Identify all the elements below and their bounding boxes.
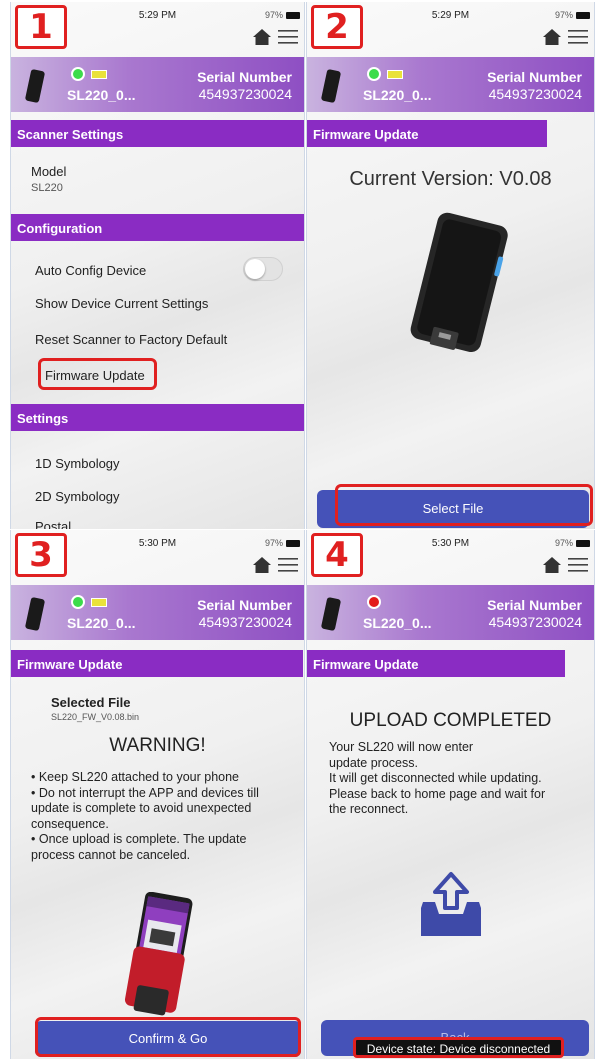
device-name: SL220_0... [363,615,432,631]
upload-message: Your SL220 will now enter update process… [329,740,584,818]
highlight-box [38,358,157,390]
home-icon[interactable] [542,556,562,574]
top-nav [542,28,588,46]
battery-icon [576,539,590,547]
device-name: SL220_0... [67,615,136,631]
upload-completed-title: UPLOAD COMPLETED [349,710,552,731]
connection-led [367,595,381,609]
serial-value: 454937230024 [488,614,582,630]
selected-file-label: Selected File [51,695,131,710]
scanner-device-icon [321,597,341,631]
highlight-box [35,1017,301,1057]
serial-value: 454937230024 [198,614,292,630]
battery-percent: 97% [264,538,283,548]
battery-icon [286,539,300,547]
section-firmware-update: Firmware Update [307,650,565,677]
model-label: Model [31,164,67,179]
warning-item: • Do not interrupt the APP and devices t… [31,785,259,831]
top-nav [252,556,298,574]
serial-label: Serial Number [197,69,292,85]
auto-config-label[interactable]: Auto Config Device [35,263,146,278]
step-badge: 2 [311,5,363,49]
device-header[interactable]: SL220_0... Serial Number 454937230024 [307,585,594,640]
scanner-device-image [410,212,508,353]
screen-4: 5:30 PM 97% 4 SL220_0... Serial Number 4… [306,530,595,1059]
section-configuration: Configuration [11,214,304,241]
device-battery-icon [91,70,107,79]
selected-file-name: SL220_FW_V0.08.bin [51,712,140,722]
home-icon[interactable] [542,28,562,46]
show-settings-item[interactable]: Show Device Current Settings [35,296,208,311]
serial-label: Serial Number [487,69,582,85]
battery-percent: 97% [264,10,283,20]
section-firmware-update: Firmware Update [11,650,303,677]
top-nav [542,556,588,574]
menu-icon[interactable] [568,557,588,573]
device-battery-icon [387,70,403,79]
message-line: Please back to home page and wait for [329,786,546,801]
screen-2: 5:29 PM 97% 2 SL220_0... Serial Number 4… [306,2,595,529]
device-header[interactable]: SL220_0... Serial Number 454937230024 [11,57,304,112]
battery-status: 97% [555,538,590,548]
model-value: SL220 [31,182,63,194]
battery-status: 97% [555,10,590,20]
device-battery-icon [91,598,107,607]
serial-label: Serial Number [487,597,582,613]
message-line: the reconnect. [329,802,409,816]
menu-icon[interactable] [278,29,298,45]
connection-led [71,67,85,81]
reset-factory-item[interactable]: Reset Scanner to Factory Default [35,332,227,347]
top-nav [252,28,298,46]
home-icon[interactable] [252,28,272,46]
message-line: Your SL220 will now enter [329,740,474,754]
current-version: Current Version: V0.08 [349,168,552,190]
connection-led [71,595,85,609]
postal-item[interactable]: Postal [35,519,71,529]
screen-1: 5:29 PM 97% 1 SL220_0... Serial Number 4… [10,2,305,529]
warning-item: • Once upload is complete. The update pr… [31,832,247,862]
warning-list: • Keep SL220 attached to your phone • Do… [31,770,293,863]
menu-icon[interactable] [568,29,588,45]
device-header[interactable]: SL220_0... Serial Number 454937230024 [307,57,594,112]
menu-icon[interactable] [278,557,298,573]
home-icon[interactable] [252,556,272,574]
section-settings: Settings [11,404,304,431]
section-firmware-update: Firmware Update [307,120,547,147]
step-badge: 4 [311,533,363,577]
device-state-toast: Device state: Device disconnected [353,1037,564,1058]
battery-icon [576,11,590,19]
warning-item: • Keep SL220 attached to your phone [31,770,240,784]
highlight-box [335,484,593,526]
scanner-device-icon [25,597,45,631]
scanner-device-icon [25,69,45,103]
battery-icon [286,11,300,19]
upload-tray-icon [421,872,481,936]
section-scanner-settings: Scanner Settings [11,120,304,147]
device-name: SL220_0... [363,87,432,103]
battery-percent: 97% [554,538,573,548]
battery-percent: 97% [554,10,573,20]
scanner-device-icon [321,69,341,103]
step-badge: 3 [15,533,67,577]
screen-3: 5:30 PM 97% 3 SL220_0... Serial Number 4… [10,530,305,1059]
battery-status: 97% [265,10,300,20]
message-line: It will get disconnected while updating. [329,771,542,785]
serial-value: 454937230024 [488,86,582,102]
device-header[interactable]: SL220_0... Serial Number 454937230024 [11,585,304,640]
phone-with-scanner-image [124,892,193,1016]
message-line: update process. [329,755,418,770]
symbology-1d-item[interactable]: 1D Symbology [35,456,120,471]
device-name: SL220_0... [67,87,136,103]
battery-status: 97% [265,538,300,548]
step-badge: 1 [15,5,67,49]
auto-config-toggle[interactable] [243,257,283,281]
symbology-2d-item[interactable]: 2D Symbology [35,489,120,504]
serial-label: Serial Number [197,597,292,613]
connection-led [367,67,381,81]
warning-title: WARNING! [109,735,206,756]
serial-value: 454937230024 [198,86,292,102]
